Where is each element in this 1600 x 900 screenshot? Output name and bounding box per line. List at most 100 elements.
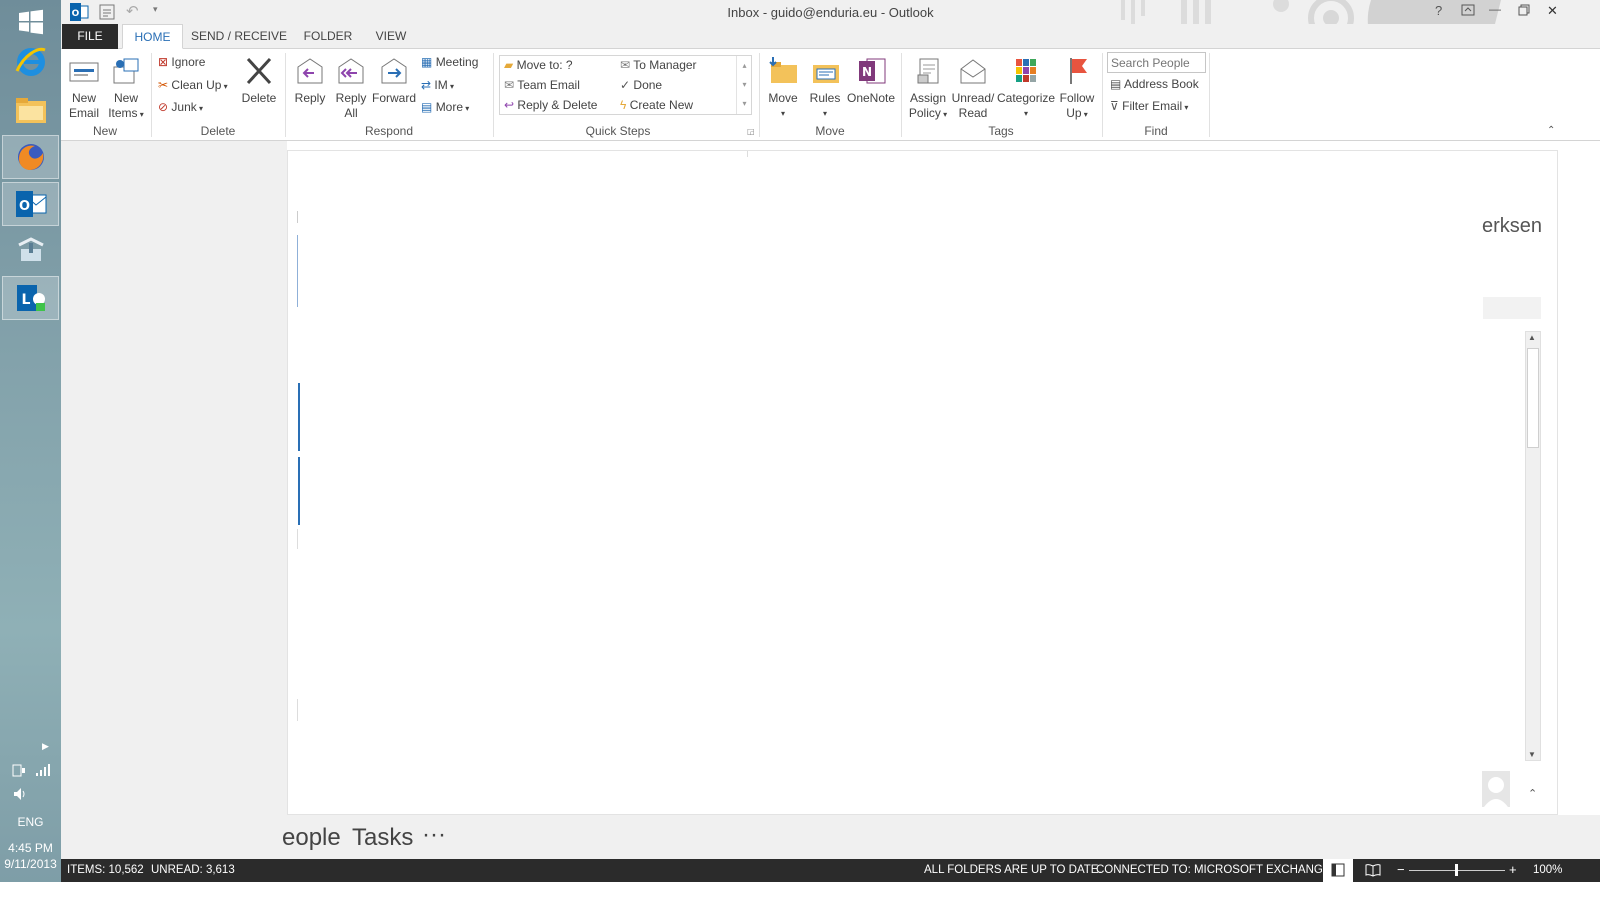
normal-view-button[interactable] xyxy=(1323,859,1353,882)
assign-policy-button[interactable]: Assign Policy ▾ xyxy=(905,55,951,122)
power-icon[interactable] xyxy=(11,762,27,781)
group-label-find: Find xyxy=(1144,124,1168,138)
delete-button[interactable]: Delete xyxy=(237,55,281,106)
junk-button[interactable]: ⊘ Junk ▾ xyxy=(158,100,203,116)
tab-file[interactable]: FILE xyxy=(62,24,118,49)
onenote-button[interactable]: N OneNote xyxy=(845,55,897,106)
pane-edge-mark xyxy=(297,529,298,549)
new-email-button[interactable]: New Email xyxy=(65,55,103,121)
pane-splitter-mark xyxy=(747,151,748,157)
group-label-tags: Tags xyxy=(988,124,1014,138)
restore-icon[interactable] xyxy=(1518,4,1530,19)
close-button[interactable]: ✕ xyxy=(1547,3,1558,19)
new-email-label-1: New xyxy=(71,91,96,105)
quick-step-label: To Manager xyxy=(633,58,697,72)
delete-icon xyxy=(246,57,272,85)
reply-delete-icon: ↩ xyxy=(504,98,515,112)
checkmark-icon: ✓ xyxy=(620,78,631,92)
filter-email-button[interactable]: ⊽ Filter Email ▾ xyxy=(1110,99,1188,115)
more-respond-button[interactable]: ▤ More ▾ xyxy=(421,100,469,116)
file-explorer-button[interactable] xyxy=(2,89,59,133)
quick-step-done[interactable]: ✓ Done xyxy=(620,78,662,93)
calendar-icon: ▦ xyxy=(421,55,433,69)
delete-label: Delete xyxy=(241,91,277,105)
scroll-up-icon[interactable]: ▲ xyxy=(1528,333,1536,342)
tab-home[interactable]: HOME xyxy=(122,24,183,49)
envelope-open-icon xyxy=(960,59,986,84)
meeting-button[interactable]: ▦ Meeting xyxy=(421,55,478,70)
categorize-button[interactable]: Categorize ▾ xyxy=(997,55,1055,121)
outlook-taskbar-button[interactable]: O xyxy=(2,182,59,226)
address-book-button[interactable]: ▤ Address Book xyxy=(1110,77,1199,92)
quick-step-to-manager[interactable]: ✉ To Manager xyxy=(620,58,697,73)
volume-icon[interactable] xyxy=(12,786,28,805)
tab-view[interactable]: VIEW xyxy=(366,24,416,49)
selection-indicator xyxy=(298,383,300,451)
clean-up-button[interactable]: ✂ Clean Up ▾ xyxy=(158,78,228,94)
reply-button[interactable]: Reply xyxy=(290,55,330,106)
reading-view-icon[interactable] xyxy=(1365,863,1381,880)
contact-action-placeholder xyxy=(1483,297,1541,319)
show-hidden-icons-chevron-icon[interactable]: ▶ xyxy=(42,741,49,752)
zoom-in-icon[interactable]: + xyxy=(1509,862,1517,877)
firefox-icon xyxy=(17,144,44,170)
minimize-button[interactable]: — xyxy=(1489,2,1501,16)
language-indicator[interactable]: ENG xyxy=(0,815,61,829)
nav-tasks[interactable]: Tasks xyxy=(352,824,413,852)
scroll-down-icon[interactable]: ▼ xyxy=(1528,750,1536,759)
firefox-button[interactable] xyxy=(2,135,59,179)
move-button[interactable]: Move ▾ xyxy=(763,55,803,121)
follow-up-label-2: Up xyxy=(1066,106,1082,120)
windows-start-button[interactable] xyxy=(2,0,59,44)
quick-step-move-to[interactable]: ▰ Move to: ? xyxy=(504,58,573,73)
network-tool-button[interactable] xyxy=(2,228,59,272)
tab-folder[interactable]: FOLDER xyxy=(299,24,357,49)
quick-step-team-email[interactable]: ✉ Team Email xyxy=(504,78,580,93)
title-bar: O ↶ ▾ Inbox - guido@enduria.eu - Outlook… xyxy=(61,0,1600,48)
folder-icon xyxy=(15,98,46,123)
follow-up-button[interactable]: Follow Up ▾ xyxy=(1055,55,1099,122)
internet-explorer-icon xyxy=(15,47,46,76)
forward-button[interactable]: Forward xyxy=(371,55,417,106)
unread-read-button[interactable]: Unread/ Read xyxy=(950,55,996,121)
nav-more-button[interactable]: ··· xyxy=(422,821,446,849)
ignore-button[interactable]: ⊠ Ignore xyxy=(158,55,205,70)
clock-date[interactable]: 9/11/2013 xyxy=(0,857,61,871)
group-label-new: New xyxy=(92,124,117,138)
signal-icon[interactable] xyxy=(35,762,51,781)
zoom-slider-thumb[interactable] xyxy=(1455,864,1458,876)
navigation-bar: eople Tasks ··· xyxy=(61,815,1600,859)
internet-explorer-button[interactable] xyxy=(2,40,59,84)
ribbon-display-options-icon[interactable] xyxy=(1461,3,1475,20)
tab-send-receive[interactable]: SEND / RECEIVE xyxy=(189,24,289,49)
group-divider xyxy=(285,53,286,137)
clock-time[interactable]: 4:45 PM xyxy=(0,841,61,855)
im-button[interactable]: ⇄ IM ▾ xyxy=(421,78,454,94)
collapse-ribbon-chevron-icon[interactable]: ⌃ xyxy=(1547,125,1555,136)
status-connection[interactable]: CONNECTED TO: MICROSOFT EXCHANGE xyxy=(1096,864,1331,876)
nav-people[interactable]: eople xyxy=(282,824,341,852)
expand-people-pane-chevron-icon[interactable]: ⌃ xyxy=(1528,787,1537,800)
dialog-launcher-icon[interactable]: ◲ xyxy=(747,127,755,136)
zoom-out-icon[interactable]: − xyxy=(1397,862,1405,877)
help-button[interactable]: ? xyxy=(1435,3,1442,18)
quick-steps-scroll[interactable]: ▴ ▾ ▾ xyxy=(736,56,752,114)
folder-move-icon: ▰ xyxy=(504,58,514,72)
funnel-icon: ⊽ xyxy=(1110,99,1119,113)
lync-taskbar-button[interactable]: L xyxy=(2,276,59,320)
quick-step-create-new[interactable]: ϟ Create New xyxy=(620,98,693,113)
ignore-label: Ignore xyxy=(171,55,206,69)
zoom-level[interactable]: 100% xyxy=(1533,864,1562,876)
pane-edge-mark xyxy=(297,235,298,307)
quick-step-reply-delete[interactable]: ↩ Reply & Delete xyxy=(504,98,597,113)
scrollbar[interactable]: ▲ ▼ xyxy=(1525,331,1541,761)
pane-edge-mark xyxy=(297,699,298,721)
rules-button[interactable]: Rules ▾ xyxy=(805,55,845,121)
reply-all-button[interactable]: Reply All xyxy=(330,55,372,121)
chevron-down-icon: ▾ xyxy=(447,82,454,91)
windows-logo-icon xyxy=(18,9,43,35)
scrollbar-thumb[interactable] xyxy=(1527,348,1539,448)
group-divider xyxy=(151,53,152,137)
search-people-input[interactable] xyxy=(1107,52,1206,73)
new-items-button[interactable]: New Items ▾ xyxy=(105,55,147,122)
